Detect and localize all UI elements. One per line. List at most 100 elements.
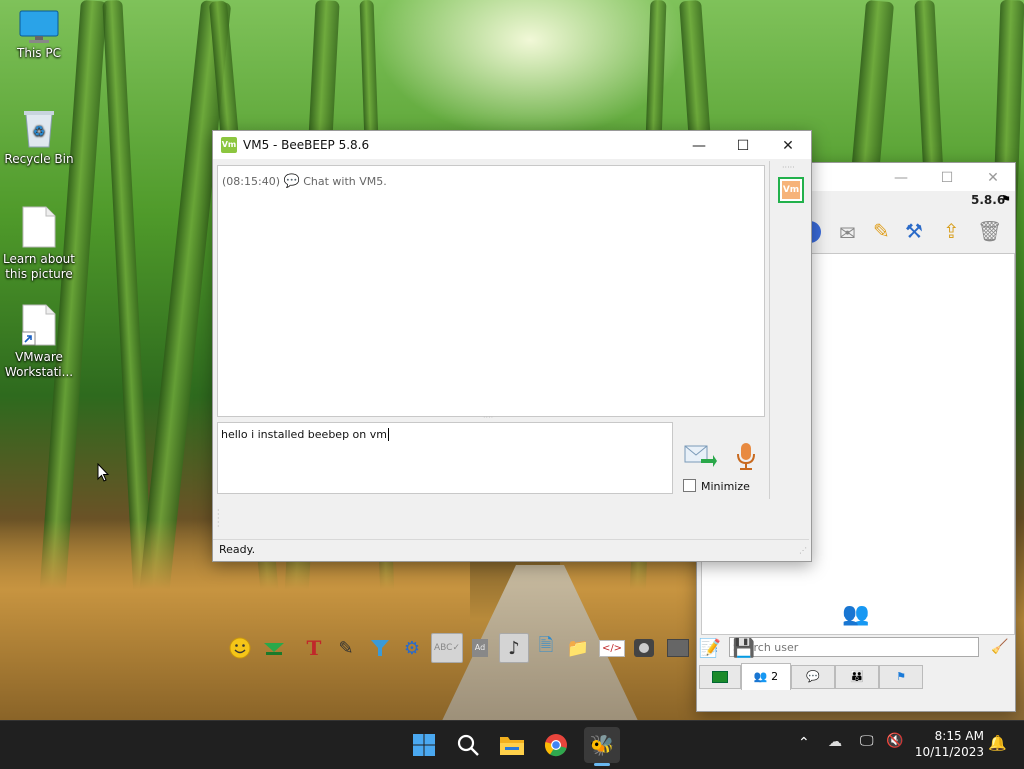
trash-icon[interactable]: 🗑 [977,219,1002,243]
onedrive-icon[interactable]: ☁ [828,734,842,750]
maximize-button[interactable]: ☐ [925,167,969,189]
search-icon [457,734,479,756]
network-icon[interactable]: 🖵 [860,733,874,749]
chat-message: (08:15:40) 💬 Chat with VM5. [222,174,387,189]
minimize-checkbox[interactable] [683,479,696,492]
spell-check-button[interactable]: ABC✓ [431,633,463,663]
font-color-button[interactable]: ✎ [333,635,359,661]
message-input[interactable]: hello i installed beebep on vm [217,422,673,494]
start-button[interactable] [408,729,440,761]
voice-message-button[interactable] [733,441,759,471]
word-completer-button[interactable]: Ad [467,635,493,661]
user-avatar-vm5[interactable]: Vm [778,177,804,203]
search-user-input[interactable] [729,637,979,657]
close-button[interactable]: ✕ [971,167,1015,189]
panel-grip[interactable]: ····· [782,163,795,172]
beebeep-taskbar-button[interactable]: 🐝 [584,727,620,763]
upload-icon[interactable]: ⇪ [943,219,960,243]
minimize-button[interactable]: — [677,135,721,157]
dictionary-icon: Ad [472,639,488,657]
desktop-icon-label: This PC [17,46,61,60]
chat-messages-area[interactable]: (08:15:40) 💬 Chat with VM5. [217,165,765,417]
svg-text:♻: ♻ [33,124,46,140]
minimize-button[interactable]: — [879,167,923,189]
color-wand-icon: ✎ [338,637,354,659]
chat-icon: 💬 [806,670,820,683]
send-button[interactable] [683,443,717,469]
show-hidden-icons-button[interactable]: ⌃ [798,735,810,751]
minimize-checkbox-label: Minimize [701,480,750,493]
chat-window-titlebar[interactable]: Vm VM5 - BeeBEEP 5.8.6 — ☐ ✕ [213,131,811,159]
active-app-indicator [594,763,610,766]
send-file-button[interactable]: 📁 [565,635,591,661]
notification-bell-icon[interactable]: 🔔 [988,734,1007,752]
html-button[interactable]: </> [598,635,626,661]
desktop-icon-vmware[interactable]: VMware Workstati... [1,304,77,380]
file-explorer-button[interactable] [496,729,528,761]
resize-grip[interactable]: ⋰ [799,546,807,555]
clear-search-icon[interactable]: 🧹 [991,639,1008,655]
message-time: (08:15:40) [222,175,280,188]
font-icon: T [306,636,322,660]
volume-muted-icon[interactable]: 🔇 [886,733,903,749]
maximize-button[interactable]: ☐ [721,135,765,157]
save-button[interactable]: 💾 [731,635,757,661]
desktop-icon-label: Learn about this picture [3,252,75,281]
nudge-button[interactable] [261,635,287,661]
mouse-cursor [97,463,109,482]
clock-time: 8:15 AM [934,729,984,743]
group-icon: 👪 [850,670,864,683]
save-chat-button[interactable]: 🗎 [533,635,559,661]
tools-icon[interactable]: ⚒ [905,219,923,243]
status-bar: Ready. ⋰ [213,539,809,560]
chat-toolbar: · · · · · [213,501,769,537]
green-arrow-down-icon [264,643,284,655]
users-icon: 👥 [842,602,870,627]
chrome-icon [544,734,567,757]
flag-icon: ⚑ [1001,193,1011,206]
users-tab-icon: 👥 [753,670,768,683]
status-text: Ready. [219,543,256,556]
filter-button[interactable] [367,635,393,661]
window-title: VM5 - BeeBEEP 5.8.6 [243,138,370,152]
tab-plugins[interactable]: ⚑ [879,665,923,689]
clock-date: 10/11/2023 [914,745,984,759]
toolbar-grip[interactable]: · · · · · [217,507,220,531]
taskbar: 🐝 ⌃ ☁ 🖵 🔇 8:15 AM 10/11/2023 🔔 [0,720,1024,769]
film-icon [667,639,689,657]
chrome-button[interactable] [540,729,572,761]
close-button[interactable]: ✕ [766,135,810,157]
tab-users[interactable]: 👥 2 [741,663,791,690]
gear-icon: ⚙ [403,637,421,659]
chat-settings-button[interactable]: ⚙ [399,635,425,661]
floppy-disk-icon: 💾 [732,637,756,659]
folder-arrow-icon: 📁 [566,637,590,659]
send-mail-icon [684,445,717,467]
mail-icon[interactable]: ✉ [839,221,856,245]
screenshot-button[interactable] [631,635,657,661]
console-icon [712,671,728,683]
tab-chats[interactable]: 💬 [791,665,835,689]
desktop-icon-recycle-bin[interactable]: ♻ Recycle Bin [1,108,77,167]
sound-button[interactable]: ♪ [499,633,529,663]
monitor-icon [19,10,59,43]
font-button[interactable]: T [301,635,327,661]
desktop-icon-learn-about-picture[interactable]: Learn about this picture [1,206,77,282]
desktop-icon-label: VMware Workstati... [4,350,74,379]
clock[interactable]: 8:15 AM 10/11/2023 [912,728,984,760]
clear-chat-button[interactable] [665,635,691,661]
emoticon-button[interactable] [227,635,253,661]
smiley-icon [229,637,251,659]
edit-icon[interactable]: ✎ [873,219,890,243]
tab-console[interactable] [699,665,741,689]
notes-button[interactable]: 📝 [697,635,723,661]
search-button[interactable] [452,729,484,761]
folder-icon [500,737,524,755]
splitter-handle[interactable]: ···· [483,414,499,422]
code-icon: </> [598,639,626,657]
chat-window[interactable]: Vm VM5 - BeeBEEP 5.8.6 — ☐ ✕ (08:15:40) … [212,130,812,663]
desktop-icon-this-pc[interactable]: This PC [1,10,77,61]
tab-groups[interactable]: 👪 [835,665,879,689]
speech-bubble-icon: 💬 [283,174,300,189]
document-arrow-icon: 🗎 [538,635,554,656]
